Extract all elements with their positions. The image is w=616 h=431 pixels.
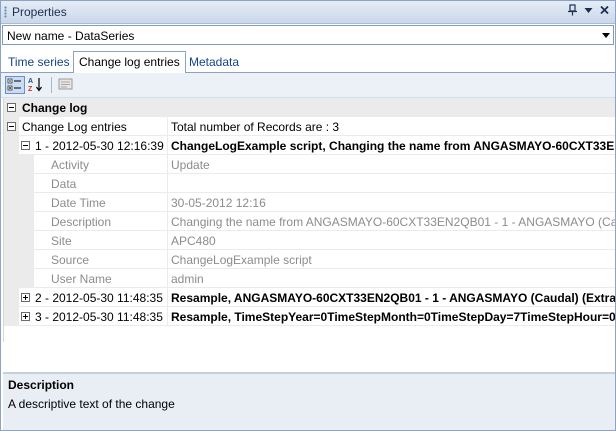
log-entry-row-3[interactable]: 3 - 2012-05-30 11:48:35 Resample, TimeSt… (4, 307, 616, 326)
log-entry-value: Resample, ANGASMAYO-60CXT33EN2QB01 - 1 -… (171, 291, 616, 305)
sub-property-row-date-time[interactable]: Date Time 30-05-2012 12:16 (4, 193, 615, 212)
sub-property-name: Data (51, 177, 77, 191)
close-icon[interactable] (598, 4, 611, 18)
sub-property-row-data[interactable]: Data (4, 174, 615, 193)
sub-property-row-description[interactable]: Description Changing the name from ANGAS… (4, 212, 616, 231)
sub-property-name: Activity (51, 158, 90, 172)
expand-icon[interactable] (21, 312, 30, 321)
pin-icon[interactable] (566, 4, 579, 18)
title-bar[interactable]: Properties (1, 1, 615, 24)
collapse-icon[interactable] (21, 141, 30, 150)
object-selector-dropdown[interactable]: New name - DataSeries (2, 25, 614, 45)
properties-window: Properties New name - DataSeries Time se… (0, 0, 616, 431)
sub-property-value: Update (171, 158, 210, 172)
tab-metadata[interactable]: Metadata (184, 53, 244, 71)
tab-strip: Time series Change log entries Metadata (1, 50, 615, 73)
category-label: Change log (22, 101, 88, 115)
expand-icon[interactable] (21, 293, 30, 302)
property-grid[interactable]: Change log Change Log entries Total numb… (3, 98, 616, 342)
description-panel: Description A descriptive text of the ch… (3, 373, 615, 430)
svg-text:Z: Z (28, 86, 33, 92)
log-entry-value: Resample, TimeStepYear=0TimeStepMonth=0T… (171, 310, 616, 324)
grid-empty-area (3, 342, 615, 373)
categorized-icon (7, 78, 21, 91)
chevron-down-icon[interactable] (602, 33, 610, 38)
sub-property-value: admin (171, 272, 204, 286)
sub-property-row-user-name[interactable]: User Name admin (4, 269, 615, 288)
sort-az-icon: A Z (28, 78, 42, 93)
log-entry-value: ChangeLogExample script, Changing the na… (171, 139, 615, 153)
sub-property-row-source[interactable]: Source ChangeLogExample script (4, 250, 615, 269)
sub-property-name: User Name (51, 272, 112, 286)
tab-time-series[interactable]: Time series (3, 53, 75, 71)
log-entry-name: 2 - 2012-05-30 11:48:35 (35, 291, 163, 305)
dropdown-menu-icon[interactable] (582, 4, 595, 18)
sub-property-row-site[interactable]: Site APC480 (4, 231, 615, 250)
collapse-icon[interactable] (7, 122, 16, 131)
categorized-view-button[interactable] (5, 76, 25, 94)
tab-change-log-entries[interactable]: Change log entries (73, 51, 186, 73)
sub-property-name: Source (51, 253, 90, 267)
sub-property-value: APC480 (171, 234, 216, 248)
property-row-change-log-entries[interactable]: Change Log entries Total number of Recor… (4, 117, 615, 136)
log-entry-row-2[interactable]: 2 - 2012-05-30 11:48:35 Resample, ANGASM… (4, 288, 616, 307)
description-text: A descriptive text of the change (8, 397, 175, 411)
property-toolbar: A Z (1, 73, 615, 98)
log-entry-name: 1 - 2012-05-30 12:16:39 (35, 139, 164, 153)
sub-property-value: ChangeLogExample script (171, 253, 312, 267)
sub-property-row-activity[interactable]: Activity Update (4, 155, 615, 174)
object-selector-value: New name - DataSeries (7, 29, 135, 43)
description-title: Description (8, 378, 75, 392)
sub-property-name: Site (51, 234, 72, 248)
property-value: Total number of Records are : 3 (171, 120, 340, 134)
sub-property-name: Date Time (51, 196, 106, 210)
property-pages-icon (58, 78, 73, 90)
property-pages-button[interactable] (57, 76, 77, 94)
category-row-change-log[interactable]: Change log (4, 98, 615, 117)
toolbar-separator (51, 77, 52, 93)
alphabetical-sort-button[interactable]: A Z (27, 76, 47, 94)
sub-property-name: Description (51, 215, 112, 229)
property-name: Change Log entries (22, 120, 127, 134)
log-entry-name: 3 - 2012-05-30 11:48:35 (35, 310, 163, 324)
log-entry-row-1[interactable]: 1 - 2012-05-30 12:16:39 ChangeLogExample… (4, 136, 615, 155)
drag-grip-icon[interactable] (4, 6, 7, 18)
collapse-icon[interactable] (7, 103, 16, 112)
sub-property-value: Changing the name from ANGASMAYO-60CXT33… (171, 215, 616, 229)
window-title: Properties (12, 5, 67, 19)
svg-text:A: A (28, 78, 33, 85)
sub-property-value: 30-05-2012 12:16 (171, 196, 266, 210)
